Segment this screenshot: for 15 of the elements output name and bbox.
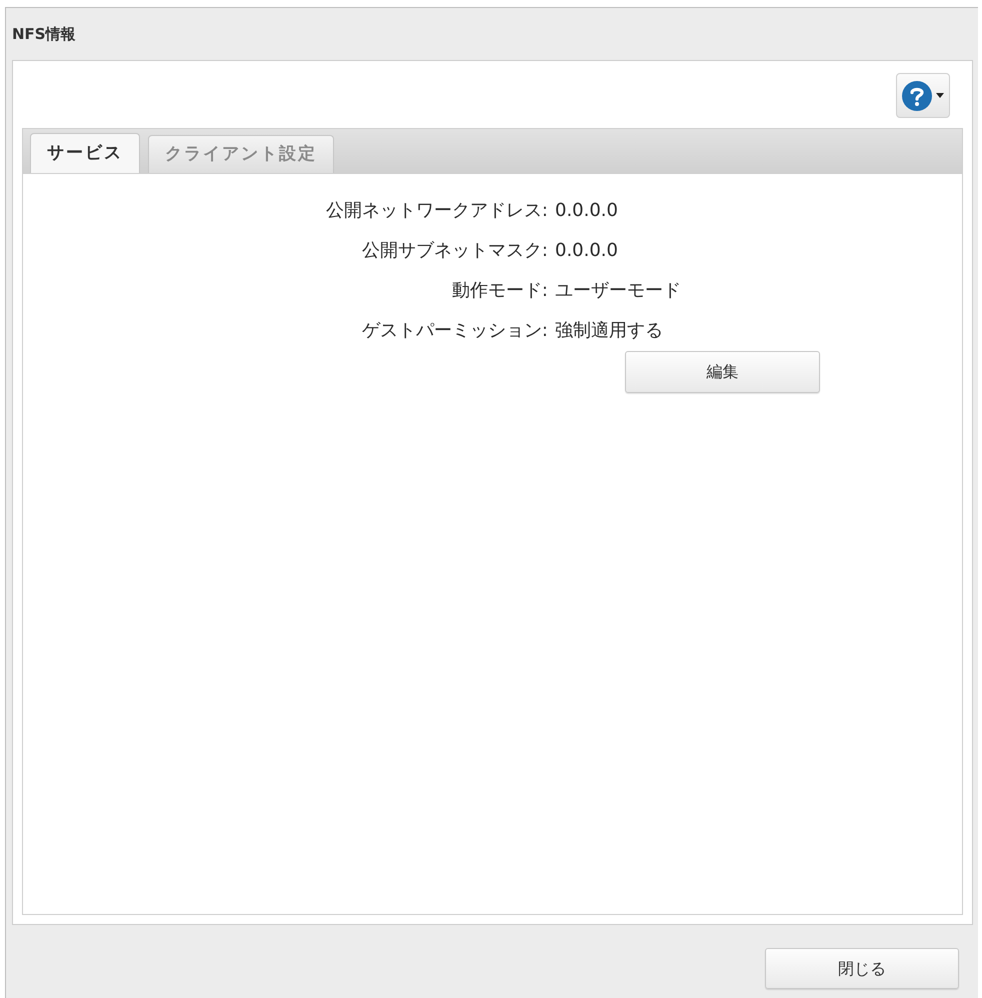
edit-button[interactable]: 編集 <box>625 351 820 393</box>
field-value: 0.0.0.0 <box>555 199 618 223</box>
field-label: ゲストパーミッション: <box>362 319 548 343</box>
field-label: 公開サブネットマスク: <box>362 239 548 263</box>
field-value: 強制適用する <box>555 319 663 343</box>
field-value: 0.0.0.0 <box>555 239 618 263</box>
help-icon <box>902 80 932 110</box>
field-label: 動作モード: <box>452 279 548 303</box>
field-value: ユーザーモード <box>555 279 681 303</box>
tab[interactable]: サービス <box>30 133 140 173</box>
field-label: 公開ネットワークアドレス: <box>326 199 548 223</box>
caret-icon <box>936 93 944 98</box>
close-button[interactable]: 閉じる <box>765 948 959 989</box>
help-button[interactable] <box>896 73 950 118</box>
dialog-title: NFS情報 <box>12 24 76 45</box>
